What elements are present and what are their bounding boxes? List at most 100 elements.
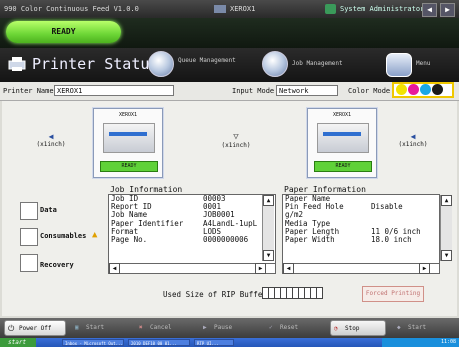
job-management-label[interactable]: Job Management bbox=[292, 60, 343, 67]
paper-info-vscroll[interactable]: ▲ ▼ bbox=[440, 195, 452, 261]
host-name: XEROX1 bbox=[230, 5, 256, 13]
recovery-button[interactable] bbox=[20, 254, 38, 272]
stop-button[interactable]: ◔ Stop bbox=[330, 320, 386, 336]
back-icon[interactable]: ◀ bbox=[422, 3, 437, 17]
paper-info-row: Paper Width 18.0 inch bbox=[285, 234, 412, 244]
os-start-button[interactable]: start bbox=[0, 338, 36, 347]
printer-image bbox=[103, 123, 155, 153]
clock: 11:08 bbox=[440, 339, 456, 345]
printer-name-field: XEROX1 bbox=[54, 85, 174, 96]
scroll-left-icon[interactable]: ◀ bbox=[283, 263, 294, 274]
left-arrow-icon: ◀ bbox=[48, 132, 54, 141]
forced-printing-button[interactable]: Forced Printing bbox=[362, 286, 424, 302]
scroll-down-icon[interactable]: ▼ bbox=[263, 250, 274, 261]
pause-label: Pause bbox=[214, 324, 233, 331]
sidebar-item-data[interactable]: Data bbox=[40, 206, 57, 214]
cancel-label: Cancel bbox=[150, 324, 172, 331]
scroll-up-icon[interactable]: ▲ bbox=[263, 195, 274, 206]
mid-feed-label: (x1inch) bbox=[221, 142, 251, 149]
start-label: Start bbox=[86, 324, 105, 331]
reset-label: Reset bbox=[280, 324, 299, 331]
paper-info-hscroll[interactable]: ◀ ▶ bbox=[282, 263, 440, 274]
paper-info-row: Pin Feed Hole Disable bbox=[285, 202, 403, 212]
printer-card-1[interactable]: XEROX1 READY bbox=[93, 108, 163, 178]
input-mode-field: Network bbox=[276, 85, 338, 96]
rip-buffer-meter bbox=[262, 287, 324, 300]
warning-icon: ▲ bbox=[92, 230, 98, 240]
menu-button[interactable] bbox=[386, 53, 412, 77]
yellow-swatch bbox=[396, 84, 407, 95]
job-info-vscroll[interactable]: ▲ ▼ bbox=[262, 195, 274, 261]
rip-buffer-label: Used Size of RIP Buffer bbox=[163, 290, 267, 299]
user-icon bbox=[325, 4, 336, 14]
reset-icon: ✓ bbox=[269, 324, 273, 331]
paper-info-table: Paper Name Pin Feed Hole Disable g/m2 Med… bbox=[282, 194, 440, 264]
power-icon: ⏻ bbox=[8, 324, 15, 333]
scroll-left-icon[interactable]: ◀ bbox=[109, 263, 120, 274]
start2-label: Start bbox=[408, 324, 427, 331]
black-swatch bbox=[432, 84, 443, 95]
taskbar-item[interactable]: 2010_DEF10_00_01... bbox=[128, 339, 190, 346]
consumables-button[interactable] bbox=[20, 228, 38, 246]
start-icon: ▣ bbox=[75, 324, 79, 331]
job-info-hscroll[interactable]: ◀ ▶ bbox=[108, 263, 276, 274]
taskbar-item[interactable]: Inbox - Microsoft Out... bbox=[62, 339, 124, 346]
job-management-icon[interactable] bbox=[262, 51, 288, 77]
queue-management-icon[interactable] bbox=[148, 51, 174, 77]
window-title: 990 Color Continuous Feed V1.0.0 bbox=[4, 5, 139, 13]
printer-name-label: Printer Name bbox=[3, 87, 54, 95]
reset-button[interactable]: ✓ Reset bbox=[266, 320, 322, 336]
printer-card-2[interactable]: XEROX1 READY bbox=[307, 108, 377, 178]
scroll-right-icon[interactable]: ▶ bbox=[419, 263, 430, 274]
forward-icon[interactable]: ▶ bbox=[440, 3, 455, 17]
sidebar-item-recovery[interactable]: Recovery bbox=[40, 261, 74, 269]
paper-info-title: Paper Information bbox=[284, 185, 366, 194]
scroll-down-icon[interactable]: ▼ bbox=[441, 250, 452, 261]
color-mode-label: Color Mode bbox=[348, 87, 391, 95]
page-title: Printer Status bbox=[32, 55, 159, 73]
printer-card-1-status: READY bbox=[100, 161, 158, 172]
cyan-swatch bbox=[420, 84, 431, 95]
printer-icon bbox=[8, 57, 26, 71]
menu-label[interactable]: Menu bbox=[416, 60, 430, 67]
stop-icon: ◔ bbox=[334, 325, 338, 332]
sidebar-item-consumables[interactable]: Consumables bbox=[40, 232, 86, 240]
magenta-swatch bbox=[408, 84, 419, 95]
start-button[interactable]: ◆ Start bbox=[394, 320, 454, 336]
rip-cell bbox=[316, 287, 323, 299]
input-mode-label: Input Mode bbox=[232, 87, 275, 95]
job-info-table: Job ID 00003 Report ID 0001 Job Name JOB000… bbox=[108, 194, 276, 264]
cancel-icon: ✖ bbox=[139, 324, 143, 331]
scroll-right-icon[interactable]: ▶ bbox=[255, 263, 266, 274]
power-off-button[interactable]: ⏻ Power Off bbox=[4, 320, 66, 336]
stop-label: Stop bbox=[345, 325, 360, 332]
data-button[interactable] bbox=[20, 202, 38, 220]
printer-stripe bbox=[323, 132, 361, 136]
cancel-button[interactable]: ✖ Cancel bbox=[136, 320, 192, 336]
queue-management-label[interactable]: Queue Management bbox=[178, 57, 238, 64]
start2-icon: ◆ bbox=[397, 324, 401, 331]
power-off-label: Power Off bbox=[19, 325, 52, 332]
left-feed-indicator: ◀ (x1inch) bbox=[36, 132, 66, 148]
left-feed-label: (x1inch) bbox=[36, 141, 66, 148]
system-tray: 11:08 bbox=[382, 338, 459, 347]
pause-icon: ▶ bbox=[203, 324, 207, 331]
paper-path-icon: ▽ bbox=[233, 132, 239, 142]
pause-button[interactable]: ▶ Pause bbox=[200, 320, 256, 336]
printer-image bbox=[317, 123, 369, 153]
job-info-title: Job Information bbox=[110, 185, 183, 194]
right-feed-indicator: ◀ (x1inch) bbox=[398, 132, 428, 148]
printer-card-2-status: READY bbox=[314, 161, 372, 172]
ready-status-badge: READY bbox=[6, 21, 121, 43]
printer-card-1-name: XEROX1 bbox=[118, 112, 138, 118]
taskbar-item[interactable]: RTP UI... bbox=[194, 339, 234, 346]
mid-feed-indicator: ▽ (x1inch) bbox=[216, 132, 256, 149]
job-info-row: Page No. 0000000006 bbox=[111, 234, 249, 244]
window-titlebar: 990 Color Continuous Feed V1.0.0 XEROX1 … bbox=[0, 0, 459, 18]
printer-card-2-name: XEROX1 bbox=[332, 112, 352, 118]
host-icon bbox=[214, 5, 226, 13]
scroll-up-icon[interactable]: ▲ bbox=[441, 195, 452, 206]
right-arrow-icon: ◀ bbox=[410, 132, 416, 141]
start-button-disabled[interactable]: ▣ Start bbox=[72, 320, 124, 336]
user-name: System Administrator bbox=[340, 5, 425, 13]
